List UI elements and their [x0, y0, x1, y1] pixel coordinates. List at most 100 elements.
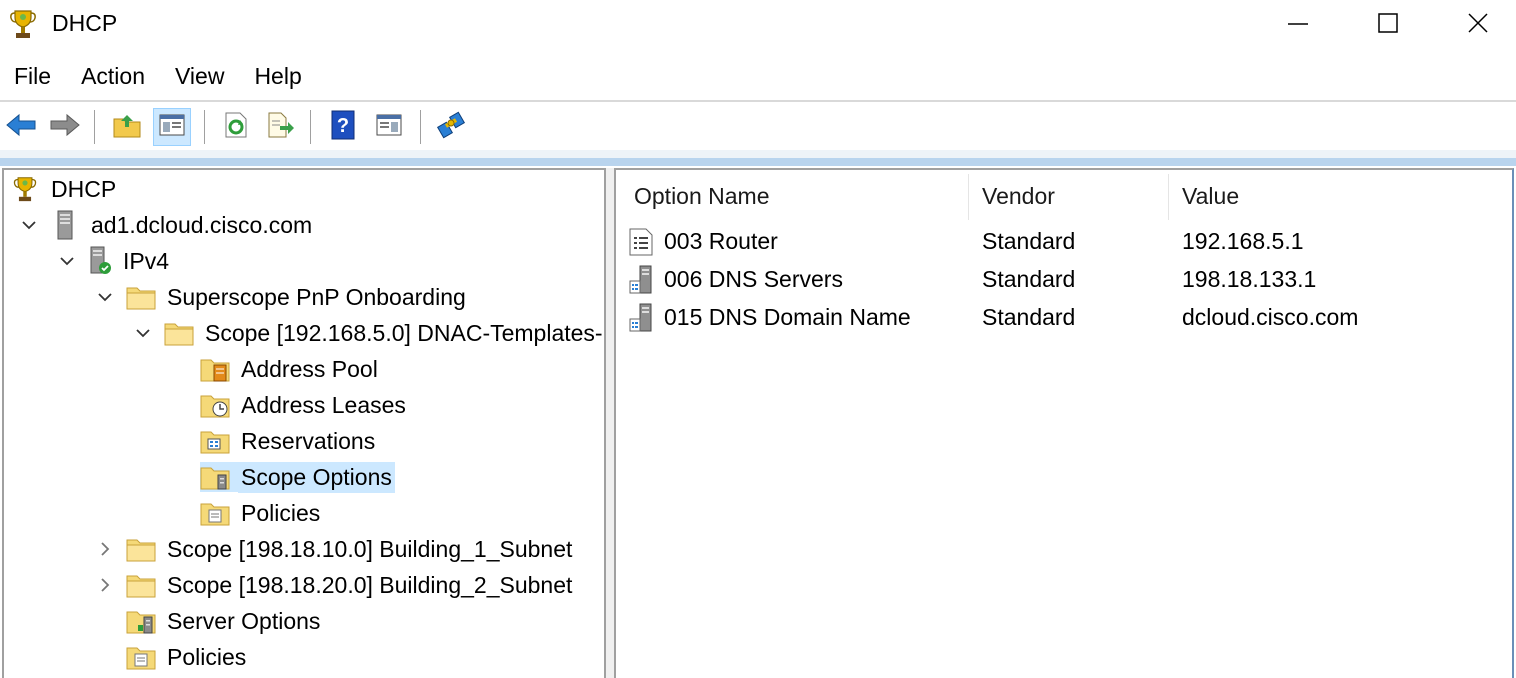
maximize-icon: [1376, 11, 1400, 40]
column-header-value[interactable]: Value: [1182, 172, 1482, 220]
tree-label: Scope Options: [238, 461, 395, 493]
option-value: 192.168.5.1: [1182, 228, 1304, 254]
chevron-right-icon[interactable]: [94, 574, 116, 596]
option-value: 198.18.133.1: [1182, 266, 1317, 292]
option-value: dcloud.cisco.com: [1182, 304, 1359, 330]
folder-icon: [164, 318, 194, 348]
window-title: DHCP: [52, 10, 118, 36]
menu-view[interactable]: View: [161, 56, 240, 98]
tree-item-server-policies[interactable]: Policies: [126, 640, 249, 674]
menu-bar: File Action View Help: [0, 56, 1516, 98]
forward-button[interactable]: [46, 108, 84, 146]
toolbar-bottom-edge: [0, 150, 1516, 158]
folder-icon: [126, 282, 156, 312]
column-divider[interactable]: [968, 174, 969, 220]
menu-help[interactable]: Help: [240, 56, 317, 98]
tree-item-server[interactable]: ad1.dcloud.cisco.com: [18, 208, 315, 242]
tree-item-ipv4[interactable]: IPv4: [56, 244, 172, 278]
dns-server-icon: [628, 265, 654, 295]
export-list-icon: [266, 111, 296, 144]
tree-label: Address Pool: [241, 355, 378, 382]
server-config-icon: [436, 110, 468, 145]
show-hide-action-pane-button[interactable]: [370, 108, 408, 146]
dhcp-trophy-icon: [8, 8, 38, 40]
column-header-option-name[interactable]: Option Name: [634, 172, 968, 220]
menu-action[interactable]: Action: [67, 56, 161, 98]
tree-item-scope-198-18-10-0[interactable]: Scope [198.18.10.0] Building_1_Subnet: [94, 532, 575, 566]
address-pool-icon: [200, 354, 230, 384]
svg-text:?: ?: [337, 115, 349, 137]
policies-icon: [200, 498, 230, 528]
pane-splitter[interactable]: [606, 168, 614, 678]
chevron-down-icon[interactable]: [18, 214, 40, 236]
option-vendor: Standard: [982, 266, 1076, 292]
chevron-down-icon[interactable]: [132, 322, 154, 344]
tree-item-server-options[interactable]: Server Options: [126, 604, 323, 638]
tree-label: Scope [192.168.5.0] DNAC-Templates-: [205, 319, 603, 346]
close-button[interactable]: [1432, 0, 1516, 50]
chevron-down-icon[interactable]: [56, 250, 78, 272]
tree-item-dhcp[interactable]: DHCP: [10, 172, 119, 206]
folder-icon: [126, 570, 156, 600]
toolbar-separator: [310, 110, 311, 144]
option-vendor: Standard: [982, 228, 1076, 254]
toolbar: ?: [0, 104, 1516, 150]
tree-item-scope-policies[interactable]: Policies: [200, 496, 323, 530]
up-folder-button[interactable]: [108, 108, 146, 146]
policies-icon: [126, 642, 156, 672]
tree-item-address-pool[interactable]: Address Pool: [200, 352, 381, 386]
tree-item-superscope[interactable]: Superscope PnP Onboarding: [94, 280, 469, 314]
show-hide-tree-icon: [158, 112, 186, 143]
show-hide-tree-button[interactable]: [153, 108, 191, 146]
chevron-down-icon[interactable]: [94, 286, 116, 308]
refresh-icon: [223, 111, 249, 144]
maximize-button[interactable]: [1342, 0, 1434, 50]
back-button[interactable]: [2, 108, 40, 146]
folder-icon: [126, 534, 156, 564]
minimize-icon: [1286, 11, 1310, 40]
show-hide-action-pane-icon: [375, 112, 403, 143]
server-icon: [50, 210, 80, 240]
list-item[interactable]: 006 DNS Servers Standard 198.18.133.1: [616, 262, 1496, 300]
server-options-icon: [126, 606, 156, 636]
up-folder-icon: [112, 111, 142, 144]
close-icon: [1466, 11, 1490, 40]
chevron-right-icon[interactable]: [94, 538, 116, 560]
reservations-icon: [200, 426, 230, 456]
forward-icon: [49, 112, 81, 143]
tree-item-scope-198-18-20-0[interactable]: Scope [198.18.20.0] Building_2_Subnet: [94, 568, 575, 602]
tree-label: DHCP: [51, 175, 117, 202]
column-divider[interactable]: [1168, 174, 1169, 220]
list-item[interactable]: 003 Router Standard 192.168.5.1: [616, 224, 1496, 262]
tree-label: Policies: [167, 643, 247, 670]
toolbar-separator: [204, 110, 205, 144]
tree-item-reservations[interactable]: Reservations: [200, 424, 378, 458]
minimize-button[interactable]: [1252, 0, 1344, 50]
toolbar-separator: [94, 110, 95, 144]
menu-file[interactable]: File: [0, 56, 67, 98]
tree-label: Address Leases: [241, 391, 406, 418]
refresh-button[interactable]: [217, 108, 255, 146]
help-icon: ?: [330, 110, 356, 145]
dhcp-trophy-icon: [10, 174, 40, 204]
tree-label: Policies: [241, 499, 321, 526]
tree-item-scope-192-168-5-0[interactable]: Scope [192.168.5.0] DNAC-Templates-: [132, 316, 604, 350]
column-header-vendor[interactable]: Vendor: [982, 172, 1166, 220]
dns-server-icon: [628, 303, 654, 333]
option-name: 015 DNS Domain Name: [664, 304, 911, 330]
help-button[interactable]: ?: [324, 108, 362, 146]
tree-label: ad1.dcloud.cisco.com: [91, 211, 313, 238]
tree-item-address-leases[interactable]: Address Leases: [200, 388, 409, 422]
option-list-icon: [628, 227, 654, 257]
option-name: 006 DNS Servers: [664, 266, 843, 292]
tree-item-scope-options[interactable]: Scope Options: [200, 460, 395, 494]
server-config-button[interactable]: [433, 108, 471, 146]
pane-header-strip: [0, 158, 1516, 166]
back-icon: [5, 112, 37, 143]
address-leases-clock-icon: [200, 390, 230, 420]
tree-label: Superscope PnP Onboarding: [167, 283, 466, 310]
menu-divider: [0, 100, 1516, 102]
export-list-button[interactable]: [262, 108, 300, 146]
tree-label: Scope [198.18.10.0] Building_1_Subnet: [167, 535, 573, 562]
list-item[interactable]: 015 DNS Domain Name Standard dcloud.cisc…: [616, 300, 1496, 338]
